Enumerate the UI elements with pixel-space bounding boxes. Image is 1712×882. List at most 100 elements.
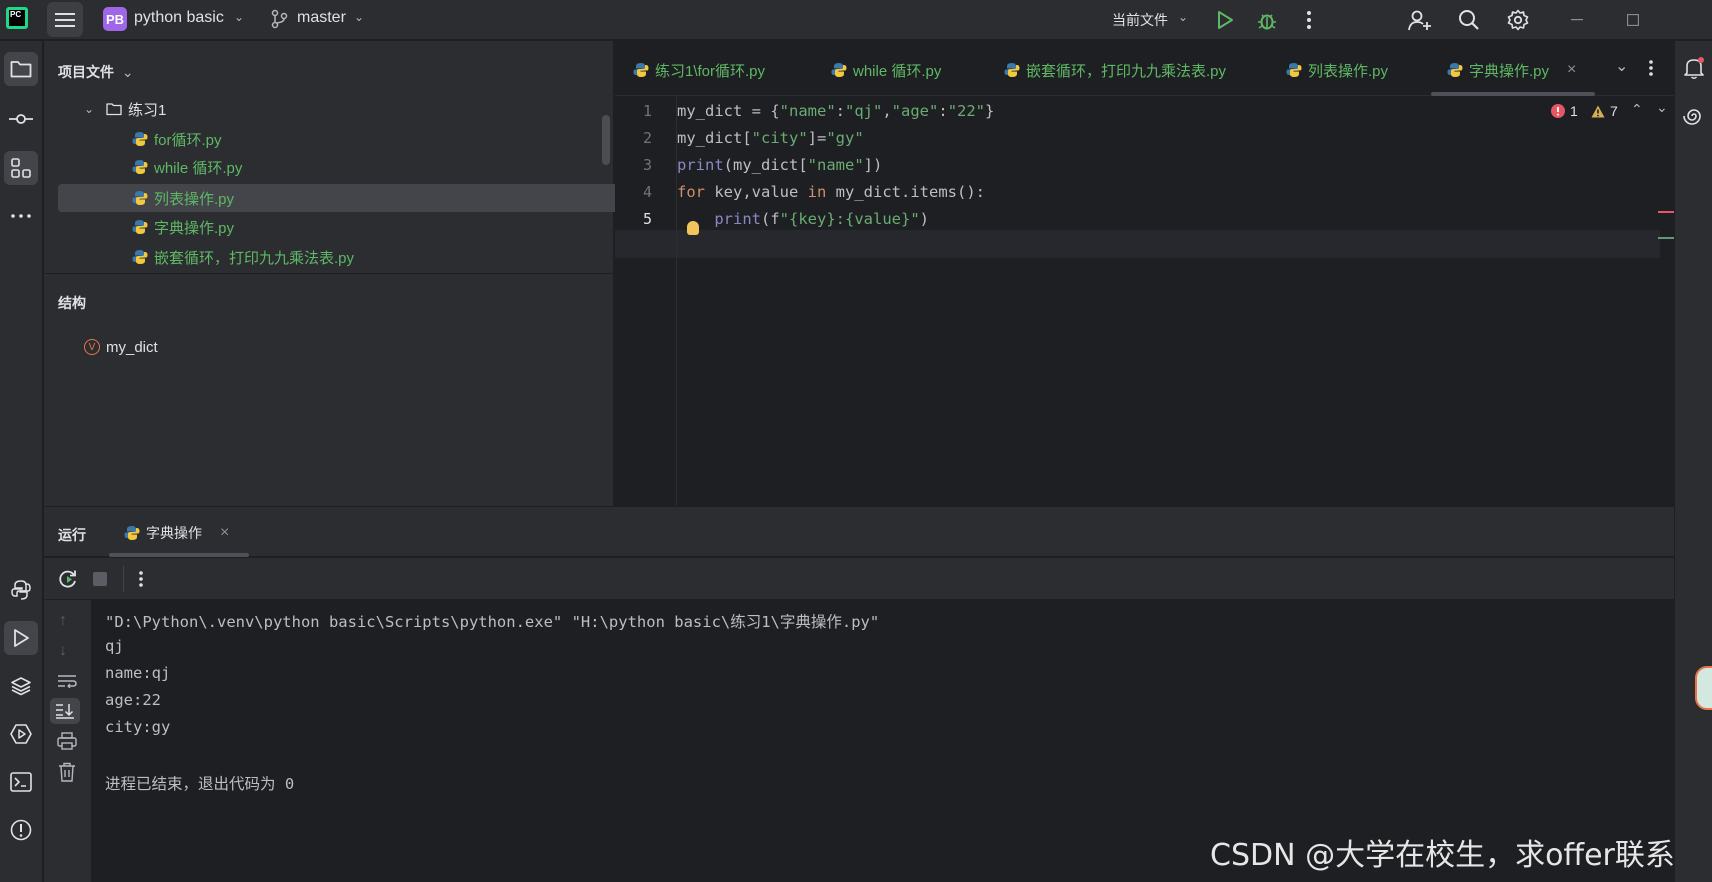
tab-for-loop[interactable]: 练习1\for循环.py [633, 58, 765, 82]
project-tool-button[interactable] [4, 52, 38, 86]
services-tool-button[interactable] [4, 717, 38, 751]
python-packages-button[interactable] [4, 573, 38, 607]
debug-button[interactable] [1255, 8, 1279, 32]
code-line-5[interactable]: print(f"{key}:{value}") [677, 210, 929, 228]
run-more-button[interactable] [138, 570, 144, 592]
code-line-2[interactable]: my_dict["city"]="gy" [677, 129, 864, 147]
file-name: for循环.py [154, 131, 222, 149]
search-icon [1459, 10, 1479, 30]
settings-button[interactable] [1506, 8, 1530, 32]
structure-item[interactable]: V my_dict [84, 333, 669, 361]
run-play-icon [14, 629, 29, 647]
structure-icon [11, 158, 31, 178]
layers-icon [11, 677, 31, 696]
commit-tool-button[interactable] [4, 102, 38, 136]
layers-tool-button[interactable] [4, 669, 38, 703]
python-file-icon [633, 63, 649, 77]
line-number: 1 [643, 102, 653, 120]
console-output-line: age:22 [105, 691, 161, 709]
panel-divider[interactable] [44, 273, 614, 274]
project-badge[interactable]: PB [103, 7, 127, 31]
bell-icon [1684, 57, 1704, 79]
lightbulb-icon[interactable] [687, 221, 699, 235]
structure-tool-button[interactable] [4, 151, 38, 185]
error-stripe-marker[interactable] [1658, 211, 1674, 213]
soft-wrap-button[interactable] [57, 674, 77, 692]
pycharm-logo-icon: PC [6, 7, 28, 29]
close-run-tab-icon[interactable]: × [220, 524, 229, 542]
problems-icon [10, 819, 32, 841]
project-chevron-down-icon[interactable]: ⌄ [234, 10, 244, 24]
minimize-button[interactable] [1565, 8, 1589, 32]
ai-assistant-button[interactable] [1677, 99, 1711, 133]
arrow-up-icon[interactable]: ↑ [59, 612, 67, 630]
maximize-button[interactable] [1621, 8, 1645, 32]
line-number: 4 [643, 183, 653, 201]
commit-icon [9, 114, 33, 124]
print-button[interactable] [57, 732, 77, 754]
rerun-button[interactable] [58, 569, 78, 593]
run-button[interactable] [1213, 8, 1237, 32]
project-name[interactable]: python basic [134, 9, 224, 27]
notifications-button[interactable] [1677, 51, 1711, 85]
warning-count-indicator[interactable]: 7 [1591, 103, 1618, 119]
python-file-icon [132, 132, 148, 146]
tab-label: 列表操作.py [1308, 62, 1389, 80]
more-horizontal-icon [11, 214, 31, 218]
scroll-to-end-button[interactable] [50, 698, 80, 724]
close-tab-icon[interactable]: × [1567, 61, 1576, 79]
next-problem-chevron-down-icon[interactable]: ⌄ [1656, 99, 1668, 116]
right-tool-strip [1674, 41, 1712, 882]
tab-nested-loop[interactable]: 嵌套循环，打印九九乘法表.py [1004, 58, 1226, 82]
more-tools-button[interactable] [4, 199, 38, 233]
python-file-icon [1286, 63, 1302, 77]
run-config-selector[interactable]: 当前文件 [1112, 10, 1168, 30]
error-count-indicator[interactable]: 1 [1551, 103, 1578, 119]
python-file-icon [124, 526, 140, 540]
run-panel-title: 运行 [58, 527, 86, 543]
more-vertical-icon [139, 571, 143, 587]
arrow-down-icon[interactable]: ↓ [59, 642, 67, 660]
floating-assistant-icon[interactable] [1695, 666, 1712, 710]
branch-chevron-down-icon[interactable]: ⌄ [354, 10, 364, 24]
run-panel-header: 运行 字典操作 × [44, 507, 1674, 557]
code-line-4[interactable]: for key,value in my_dict.items(): [677, 183, 985, 201]
play-icon [1218, 11, 1233, 29]
git-branch-icon[interactable] [270, 9, 288, 33]
tree-file-row-selected[interactable]: 列表操作.py [58, 184, 643, 212]
add-user-button[interactable] [1408, 8, 1432, 32]
more-actions-button[interactable] [1297, 8, 1321, 32]
tabs-dropdown-chevron-icon[interactable]: ⌄ [1615, 56, 1628, 76]
run-tab-label: 字典操作 [146, 525, 202, 541]
more-vertical-icon [1649, 60, 1653, 76]
prev-problem-chevron-up-icon[interactable]: ⌃ [1631, 101, 1643, 118]
search-button[interactable] [1457, 8, 1481, 32]
main-menu-button[interactable] [47, 2, 83, 37]
run-tool-button[interactable] [4, 621, 38, 655]
variable-icon: V [84, 339, 100, 355]
code-line-1[interactable]: my_dict = {"name":"qj","age":"22"} [677, 102, 994, 120]
problems-tool-button[interactable] [4, 813, 38, 847]
project-panel-title[interactable]: 项目文件 ⌄ [58, 62, 134, 82]
run-tab[interactable]: 字典操作 × [124, 523, 229, 543]
tab-list-ops[interactable]: 列表操作.py [1286, 58, 1388, 82]
git-branch-name[interactable]: master [297, 9, 346, 27]
terminal-tool-button[interactable] [4, 765, 38, 799]
active-run-tab-indicator [109, 553, 249, 557]
run-config-chevron-icon[interactable]: ⌄ [1178, 10, 1188, 24]
stop-button[interactable] [93, 572, 107, 586]
tab-while-loop[interactable]: while 循环.py [831, 58, 941, 82]
folder-name: 练习1 [128, 101, 167, 119]
python-file-icon [132, 220, 148, 234]
project-panel: 项目文件 ⌄ ⌄ 练习1 for循环.py while 循环.py 列表操作.p… [44, 41, 643, 506]
line-number: 2 [643, 129, 653, 147]
tabs-more-button[interactable] [1648, 59, 1654, 81]
warning-icon [1591, 105, 1605, 117]
file-name: 列表操作.py [154, 190, 235, 208]
tab-dict-ops-active[interactable]: 字典操作.py × [1447, 58, 1576, 82]
tree-folder-row[interactable]: ⌄ 练习1 [84, 95, 669, 123]
toolbar-separator [123, 566, 124, 592]
code-line-3[interactable]: print(my_dict["name"]) [677, 156, 882, 174]
clear-output-button[interactable] [58, 762, 76, 786]
change-stripe-marker[interactable] [1658, 237, 1674, 239]
